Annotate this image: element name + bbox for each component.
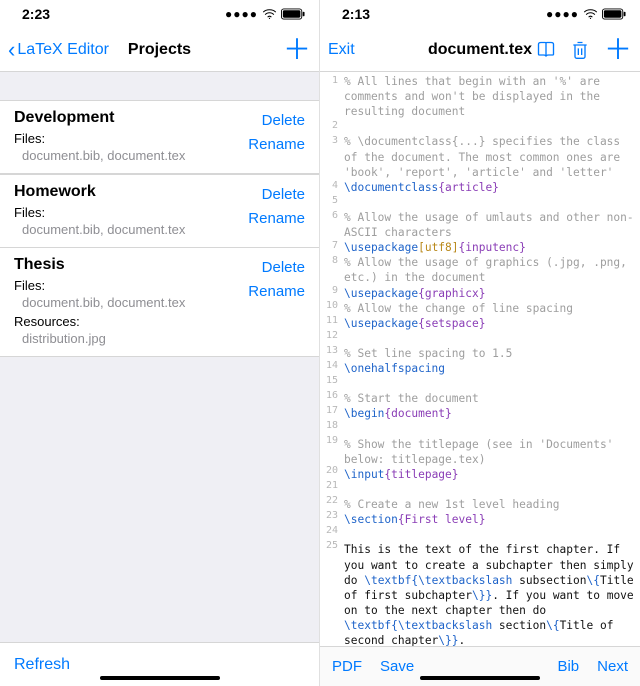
chevron-left-icon: ‹	[8, 39, 15, 61]
project-name: Homework	[14, 183, 248, 201]
resources-label: Resources:	[14, 314, 248, 329]
files-list: document.bib, document.tex	[14, 222, 248, 237]
add-button[interactable]: ＋	[283, 36, 311, 64]
wifi-icon	[583, 8, 598, 20]
status-time: 2:23	[22, 6, 50, 22]
trash-icon[interactable]	[570, 40, 590, 60]
battery-icon	[602, 8, 626, 20]
cellular-icon: ●●●●	[225, 7, 258, 21]
add-button[interactable]: ＋	[604, 36, 632, 64]
project-card[interactable]: Thesis Files: document.bib, document.tex…	[0, 247, 319, 357]
code-content[interactable]: % All lines that begin with an '%' are c…	[342, 72, 640, 646]
back-label: LaTeX Editor	[17, 41, 109, 59]
editor-toolbar: PDF Save Bib Next	[320, 646, 640, 686]
editor-screen: 2:13 ●●●● Exit document.tex ＋ 1234567891…	[320, 0, 640, 686]
project-name: Development	[14, 109, 248, 127]
cellular-icon: ●●●●	[546, 7, 579, 21]
battery-icon	[281, 8, 305, 20]
project-name: Thesis	[14, 256, 248, 274]
project-card[interactable]: Homework Files: document.bib, document.t…	[0, 174, 319, 248]
rename-button[interactable]: Rename	[248, 207, 305, 231]
home-indicator[interactable]	[100, 676, 220, 680]
files-list: document.bib, document.tex	[14, 148, 248, 163]
files-label: Files:	[14, 278, 248, 293]
exit-button[interactable]: Exit	[328, 41, 355, 59]
pdf-button[interactable]: PDF	[332, 658, 362, 675]
project-card[interactable]: Development Files: document.bib, documen…	[0, 100, 319, 174]
code-editor[interactable]: 1234567891011121314151617181920212223242…	[320, 72, 640, 646]
files-label: Files:	[14, 205, 248, 220]
files-label: Files:	[14, 131, 248, 146]
wifi-icon	[262, 8, 277, 20]
status-icons: ●●●●	[225, 7, 305, 21]
resources-list: distribution.jpg	[14, 331, 248, 346]
next-button[interactable]: Next	[597, 658, 628, 675]
rename-button[interactable]: Rename	[248, 280, 305, 304]
status-time: 2:13	[342, 6, 370, 22]
projects-list[interactable]: Development Files: document.bib, documen…	[0, 72, 319, 642]
rename-button[interactable]: Rename	[248, 133, 305, 157]
back-button[interactable]: ‹ LaTeX Editor	[8, 39, 109, 61]
status-bar: 2:13 ●●●●	[320, 0, 640, 28]
status-bar: 2:23 ●●●●	[0, 0, 319, 28]
save-button[interactable]: Save	[380, 658, 414, 675]
delete-button[interactable]: Delete	[248, 183, 305, 207]
refresh-button[interactable]: Refresh	[14, 656, 70, 674]
files-list: document.bib, document.tex	[14, 295, 248, 310]
home-indicator[interactable]	[420, 676, 540, 680]
delete-button[interactable]: Delete	[248, 109, 305, 133]
nav-bar: ‹ LaTeX Editor Projects ＋	[0, 28, 319, 72]
nav-bar: Exit document.tex ＋	[320, 28, 640, 72]
book-icon[interactable]	[536, 40, 556, 60]
delete-button[interactable]: Delete	[248, 256, 305, 280]
status-icons: ●●●●	[546, 7, 626, 21]
projects-screen: 2:23 ●●●● ‹ LaTeX Editor Projects ＋ Deve…	[0, 0, 320, 686]
line-gutter: 1234567891011121314151617181920212223242…	[320, 72, 342, 646]
bib-button[interactable]: Bib	[557, 658, 579, 675]
